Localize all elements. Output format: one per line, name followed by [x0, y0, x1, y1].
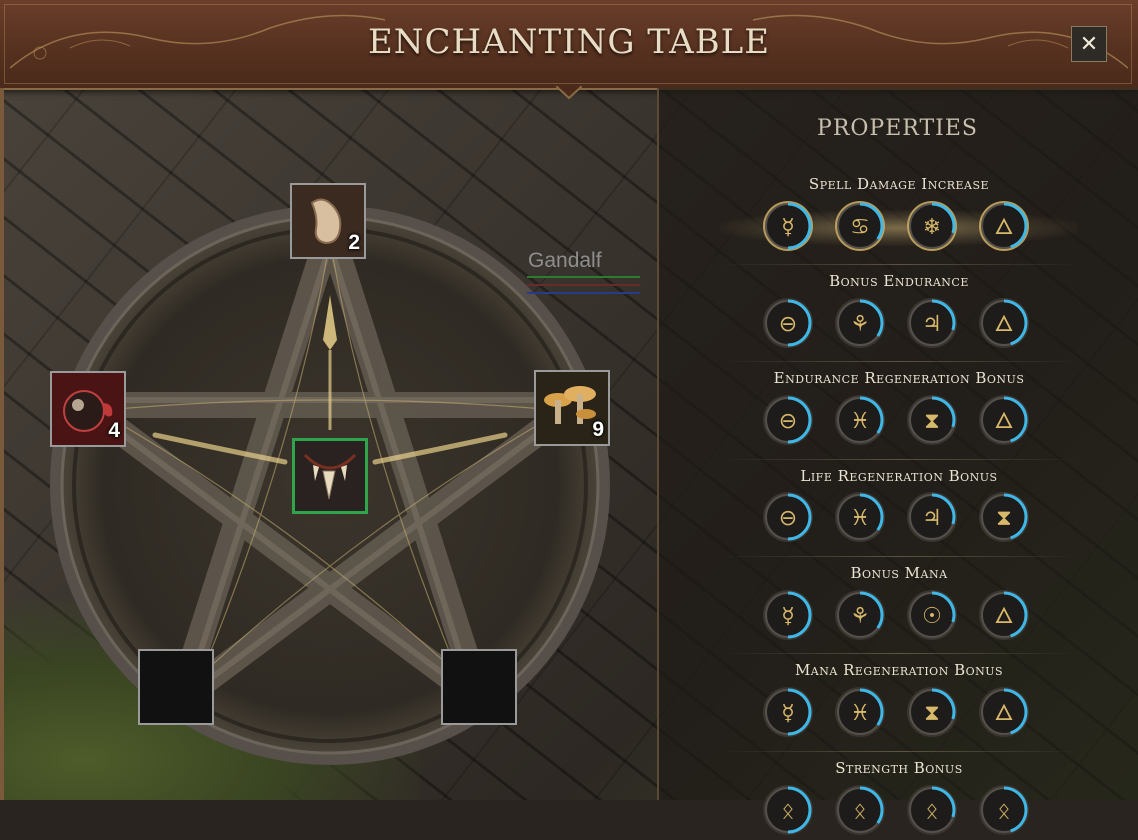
- property-divider: [720, 751, 1080, 752]
- header-notch-ornament: [556, 86, 582, 100]
- svg-text:☿: ☿: [781, 604, 795, 629]
- svg-text:ᛟ: ᛟ: [997, 799, 1010, 824]
- hourglass-icon[interactable]: ⧗: [906, 394, 958, 446]
- svg-text:🜂: 🜂: [994, 604, 1013, 629]
- pisces-icon[interactable]: ♓: [834, 491, 886, 543]
- svg-text:☉: ☉: [922, 604, 942, 629]
- svg-text:🜂: 🜂: [994, 409, 1013, 434]
- svg-text:⊖: ⊖: [779, 409, 797, 434]
- property-title: Life Regeneration Bonus: [800, 467, 998, 485]
- svg-text:⧗: ⧗: [996, 506, 1011, 531]
- svg-text:⊖: ⊖: [779, 312, 797, 337]
- endurance-bar: [527, 284, 640, 286]
- svg-text:☿: ☿: [781, 215, 795, 240]
- ingredient-slot-top[interactable]: 2: [290, 183, 366, 259]
- svg-text:♓: ♓: [850, 506, 870, 531]
- character-nameplate: Gandalf: [528, 249, 602, 272]
- property-title: Mana Regeneration Bonus: [794, 661, 1004, 679]
- jupiter-icon[interactable]: ♃: [906, 491, 958, 543]
- window-header: ENCHANTING TABLE ✕: [0, 0, 1138, 90]
- ingredient-slot-bottom-left[interactable]: [138, 649, 214, 725]
- svg-text:⧗: ⧗: [924, 701, 939, 726]
- svg-text:🜂: 🜂: [994, 312, 1013, 337]
- sun-icon[interactable]: ☉: [906, 589, 958, 641]
- left-frame-border: [0, 88, 4, 800]
- property-title: Endurance Regeneration Bonus: [773, 369, 1025, 387]
- rune-icon[interactable]: ᛟ: [834, 784, 886, 836]
- svg-text:⧗: ⧗: [924, 409, 939, 434]
- property-divider: [720, 556, 1080, 557]
- hourglass-icon[interactable]: ⧗: [906, 686, 958, 738]
- svg-text:ᛟ: ᛟ: [853, 799, 866, 824]
- svg-text:⚘: ⚘: [850, 604, 870, 629]
- flame-icon[interactable]: 🜂: [978, 200, 1030, 252]
- property-divider: [720, 264, 1080, 265]
- slot-count: 2: [348, 231, 360, 254]
- health-bar: [527, 276, 640, 278]
- svg-text:♓: ♓: [850, 409, 870, 434]
- svg-text:☿: ☿: [781, 701, 795, 726]
- svg-text:♋: ♋: [850, 215, 870, 240]
- mercury-icon[interactable]: ☿: [762, 589, 814, 641]
- property-title: Bonus Endurance: [829, 272, 969, 290]
- fang-necklace-icon: [295, 441, 365, 511]
- svg-text:ᛟ: ᛟ: [781, 799, 794, 824]
- properties-heading: PROPERTIES: [817, 116, 978, 141]
- enchant-target-slot[interactable]: [292, 438, 368, 514]
- flame-icon[interactable]: 🜂: [978, 589, 1030, 641]
- properties-panel: [657, 88, 1138, 800]
- property-divider: [720, 653, 1080, 654]
- ingredient-slot-right[interactable]: 9: [534, 370, 610, 446]
- mercury-icon[interactable]: ☿: [762, 686, 814, 738]
- svg-text:♓: ♓: [850, 701, 870, 726]
- flame-icon[interactable]: 🜂: [978, 297, 1030, 349]
- svg-text:♃: ♃: [922, 312, 942, 337]
- rune-icon[interactable]: ᛟ: [762, 784, 814, 836]
- svg-text:⊖: ⊖: [779, 506, 797, 531]
- jupiter-icon[interactable]: ♃: [906, 297, 958, 349]
- property-title: Strength Bonus: [835, 759, 963, 777]
- rune-icon[interactable]: ᛟ: [906, 784, 958, 836]
- svg-text:ᛟ: ᛟ: [925, 799, 938, 824]
- property-divider: [720, 361, 1080, 362]
- theta-icon[interactable]: ⊖: [762, 394, 814, 446]
- svg-text:♃: ♃: [922, 506, 942, 531]
- property-title: Bonus Mana: [850, 564, 948, 582]
- property-title: Spell Damage Increase: [808, 175, 990, 193]
- window-title: ENCHANTING TABLE: [367, 22, 771, 62]
- svg-text:🜂: 🜂: [994, 701, 1013, 726]
- pisces-icon[interactable]: ♓: [834, 394, 886, 446]
- slot-count: 9: [592, 418, 604, 441]
- hourglass-icon[interactable]: ⧗: [978, 491, 1030, 543]
- svg-text:❄: ❄: [923, 215, 941, 240]
- svg-text:⚘: ⚘: [850, 312, 870, 337]
- flame-icon[interactable]: 🜂: [978, 686, 1030, 738]
- mercury-icon[interactable]: ☿: [762, 200, 814, 252]
- leaf-icon[interactable]: ⚘: [834, 297, 886, 349]
- close-button[interactable]: ✕: [1071, 26, 1107, 62]
- snowflake-icon[interactable]: ❄: [906, 200, 958, 252]
- flame-icon[interactable]: 🜂: [978, 394, 1030, 446]
- theta-icon[interactable]: ⊖: [762, 297, 814, 349]
- property-divider: [720, 459, 1080, 460]
- slot-count: 4: [108, 419, 120, 442]
- leaf-icon[interactable]: ⚘: [834, 589, 886, 641]
- mana-bar: [527, 292, 640, 294]
- ingredient-slot-bottom-right[interactable]: [441, 649, 517, 725]
- theta-icon[interactable]: ⊖: [762, 491, 814, 543]
- pisces-icon[interactable]: ♓: [834, 686, 886, 738]
- rune-icon[interactable]: ᛟ: [978, 784, 1030, 836]
- svg-text:🜂: 🜂: [994, 215, 1013, 240]
- cancer-icon[interactable]: ♋: [834, 200, 886, 252]
- ingredient-slot-left[interactable]: 4: [50, 371, 126, 447]
